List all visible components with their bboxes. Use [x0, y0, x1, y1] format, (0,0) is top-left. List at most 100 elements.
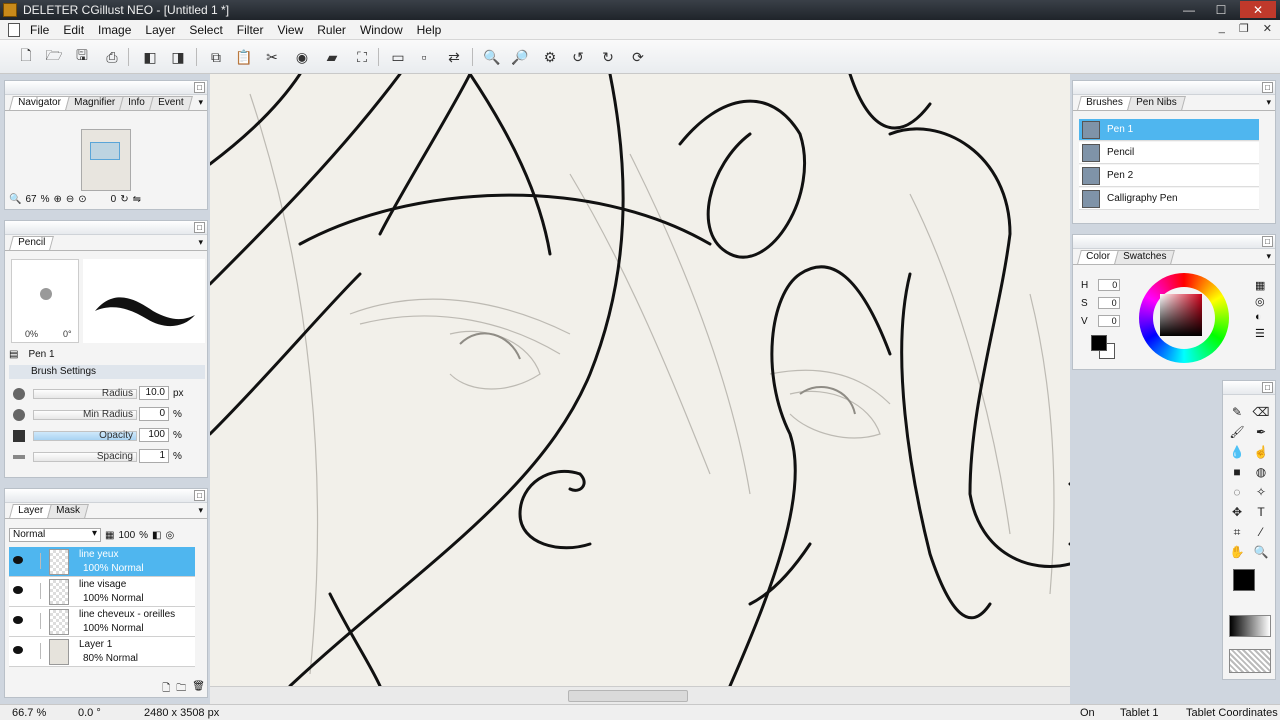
chevron-down-icon[interactable]: ▾ [198, 505, 203, 516]
setting-spacing[interactable]: Spacing 1 % [13, 448, 201, 466]
airbrush-tool-icon[interactable]: ✒ [1251, 423, 1271, 441]
settings-icon[interactable]: ⚙ [540, 47, 560, 67]
rotation-value[interactable]: 0 [111, 194, 117, 205]
wand-tool-icon[interactable]: ✧ [1251, 483, 1271, 501]
radius-input[interactable]: 10.0 [139, 386, 169, 400]
setting-radius[interactable]: Radius 10.0 px [13, 385, 201, 403]
lock-transparency-icon[interactable]: ◧ [152, 530, 161, 541]
navigator-thumbnail[interactable] [81, 129, 131, 191]
zoom-tool-icon[interactable]: 🔍 [1251, 543, 1271, 561]
menu-layer[interactable]: Layer [138, 23, 182, 37]
hue-input[interactable]: 0 [1098, 279, 1121, 291]
zoom-icon[interactable]: 🔍 [9, 194, 21, 205]
menu-filter[interactable]: Filter [230, 23, 271, 37]
pen-tool-icon[interactable]: ✎ [1227, 403, 1247, 421]
zoom-out-icon[interactable]: ⊖ [66, 194, 74, 205]
copy-icon[interactable]: ⧉ [206, 47, 226, 67]
menu-view[interactable]: View [270, 23, 310, 37]
brush-tool-icon[interactable]: 🖌 [1227, 423, 1247, 441]
edit-pen-icon[interactable] [29, 583, 41, 599]
rotate-icon[interactable]: ↻ [120, 194, 128, 205]
lasso-tool-icon[interactable]: ◌ [1227, 483, 1247, 501]
tab-mask[interactable]: Mask [47, 504, 89, 518]
drawing-canvas[interactable] [210, 74, 1070, 686]
panel-close-icon[interactable]: □ [194, 222, 205, 233]
new-folder-icon[interactable]: 🗀 [176, 681, 186, 695]
color-list-icon[interactable]: ☰ [1255, 327, 1265, 340]
tab-pen-nibs[interactable]: Pen Nibs [1126, 96, 1186, 110]
tab-event[interactable]: Event [148, 96, 193, 110]
reset-rotation-icon[interactable]: ⟳ [628, 47, 648, 67]
visibility-eye-icon[interactable] [13, 646, 23, 654]
panel-close-icon[interactable]: □ [194, 490, 205, 501]
layer-options-icon[interactable]: ▦ [105, 530, 114, 541]
blur-tool-icon[interactable]: 💧 [1227, 443, 1247, 461]
maximize-button[interactable]: ☐ [1208, 1, 1234, 18]
edit-pen-icon[interactable] [29, 613, 41, 629]
doc-restore-button[interactable]: ❐ [1239, 22, 1249, 35]
layer-row[interactable]: line visage 100% Normal [9, 577, 195, 607]
rotate-right-icon[interactable]: ↻ [598, 47, 618, 67]
chevron-down-icon[interactable]: ▾ [198, 97, 203, 108]
tab-navigator[interactable]: Navigator [9, 96, 70, 110]
smudge-tool-icon[interactable]: ☝ [1251, 443, 1271, 461]
saturation-value-square[interactable] [1160, 294, 1202, 336]
new-file-icon[interactable]: 🗋 [16, 47, 36, 67]
layer-row[interactable]: Layer 1 80% Normal [9, 637, 195, 667]
color-mix-icon[interactable]: ◐ [1255, 311, 1262, 323]
chevron-down-icon[interactable]: ▾ [198, 237, 203, 248]
panel-close-icon[interactable]: □ [1262, 236, 1273, 247]
tab-swatches[interactable]: Swatches [1114, 250, 1176, 264]
flip-icon[interactable]: ⇋ [133, 194, 141, 205]
chevron-down-icon[interactable]: ▾ [1266, 251, 1271, 262]
edit-pen-icon[interactable] [29, 643, 41, 659]
close-button[interactable]: ✕ [1240, 1, 1276, 18]
horizontal-scrollbar[interactable] [210, 686, 1070, 704]
visibility-eye-icon[interactable] [13, 586, 23, 594]
spacing-input[interactable]: 1 [139, 449, 169, 463]
next-page-icon[interactable]: ◨ [168, 47, 188, 67]
fit-icon[interactable]: ⊙ [78, 194, 86, 205]
zoom-value[interactable]: 67 [25, 194, 36, 205]
tab-color[interactable]: Color [1077, 250, 1119, 264]
gradient-preview[interactable] [1229, 615, 1271, 637]
gradient-tool-icon[interactable]: ◍ [1251, 463, 1271, 481]
zoom-in-icon[interactable]: ⊕ [53, 194, 61, 205]
layer-opacity-value[interactable]: 100 [118, 530, 135, 541]
visibility-eye-icon[interactable] [13, 616, 23, 624]
rotate-left-icon[interactable]: ↺ [568, 47, 588, 67]
color-mode-icon[interactable]: ▦ [1255, 279, 1265, 292]
eyedropper-tool-icon[interactable]: ⁄ [1251, 523, 1271, 541]
navigator-view-rect[interactable] [90, 142, 120, 160]
cut-icon[interactable]: ✂ [262, 47, 282, 67]
toolbox-foreground-swatch[interactable] [1233, 569, 1255, 591]
value-input[interactable]: 0 [1097, 315, 1120, 327]
eraser-icon[interactable]: ▰ [322, 47, 342, 67]
edit-pen-icon[interactable] [29, 553, 41, 569]
visibility-eye-icon[interactable] [13, 556, 23, 564]
brush-item[interactable]: Pen 2 [1079, 165, 1259, 187]
chevron-down-icon[interactable]: ▾ [1266, 97, 1271, 108]
zoom-in-icon[interactable]: 🔍 [482, 47, 502, 67]
brush-item[interactable]: Pencil [1079, 142, 1259, 164]
hand-tool-icon[interactable]: ✋ [1227, 543, 1247, 561]
doc-minimize-button[interactable]: _ [1219, 22, 1225, 35]
print-icon[interactable]: ⎙ [102, 47, 122, 67]
brush-settings-header[interactable]: Brush Settings [9, 365, 205, 379]
eraser-tool-icon[interactable]: ⌫ [1251, 403, 1271, 421]
brush-item[interactable]: Pen 1 [1079, 119, 1259, 141]
previous-page-icon[interactable]: ◧ [140, 47, 160, 67]
delete-layer-icon[interactable]: 🗑 [192, 681, 205, 695]
blend-mode-select[interactable]: Normal [9, 528, 101, 542]
fill-tool-icon[interactable]: ■ [1227, 463, 1247, 481]
clip-icon[interactable]: ◎ [166, 530, 175, 541]
tab-layer[interactable]: Layer [9, 504, 52, 518]
minimize-button[interactable]: — [1176, 1, 1202, 18]
menu-ruler[interactable]: Ruler [310, 23, 353, 37]
menu-image[interactable]: Image [91, 23, 138, 37]
invert-selection-icon[interactable]: ⇄ [444, 47, 464, 67]
new-layer-icon[interactable]: 🗋 [162, 681, 170, 695]
panel-close-icon[interactable]: □ [1262, 82, 1273, 93]
selection-icon[interactable]: ▭ [388, 47, 408, 67]
paste-icon[interactable]: 📋 [234, 47, 254, 67]
